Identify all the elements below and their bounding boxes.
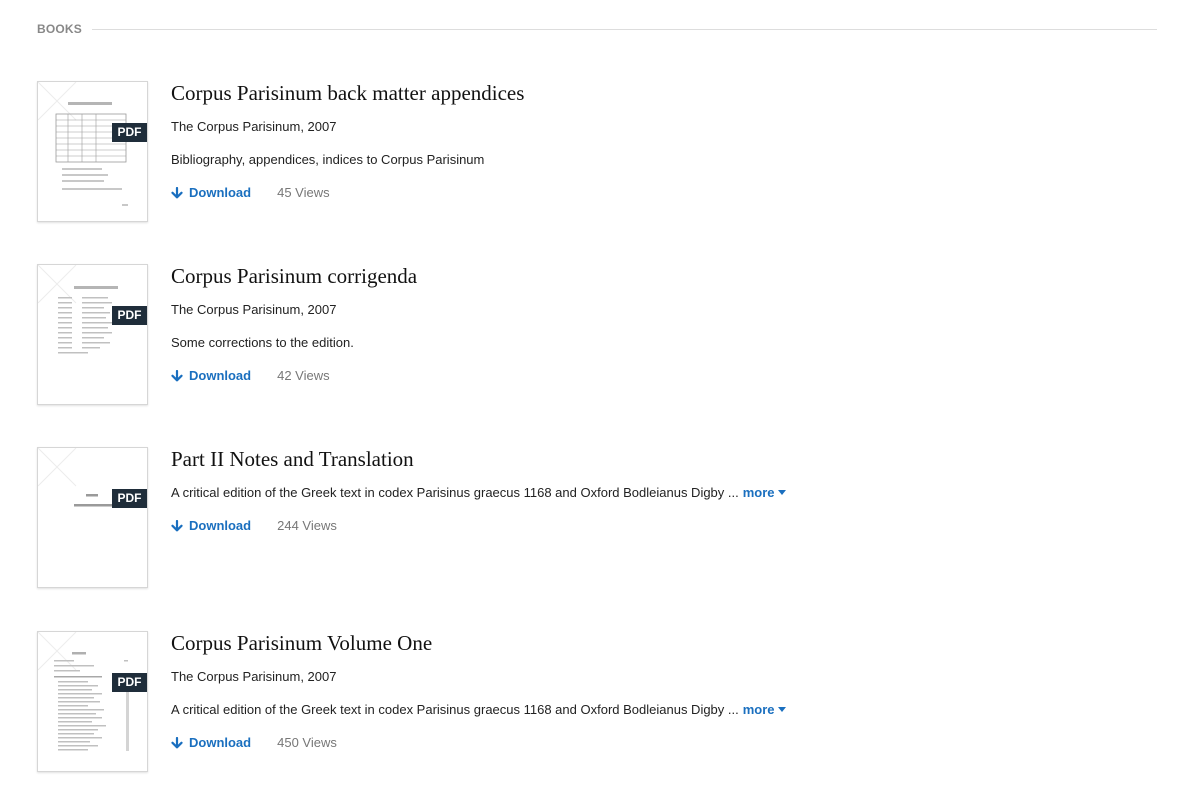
thumbnail-page-preview [38, 632, 129, 751]
section-header: BOOKS [37, 21, 1157, 37]
download-button[interactable]: Download [171, 735, 251, 751]
book-thumbnail[interactable]: PDF [37, 264, 148, 405]
book-meta: The Corpus Parisinum, 2007 [171, 119, 337, 134]
pdf-badge: PDF [112, 123, 147, 142]
book-title[interactable]: Corpus Parisinum Volume One [171, 631, 432, 655]
book-description: A critical edition of the Greek text in … [171, 485, 739, 500]
book-thumbnail[interactable]: PDF [37, 81, 148, 222]
download-button[interactable]: Download [171, 185, 251, 201]
arrow-down-icon [171, 370, 183, 382]
book-item: PDF Corpus Parisinum Volume One The Corp… [37, 631, 1157, 773]
download-button[interactable]: Download [171, 518, 251, 534]
book-description: Some corrections to the edition. [171, 335, 354, 350]
pdf-badge: PDF [112, 489, 147, 508]
book-item: PDF Part II Notes and Translation A crit… [37, 447, 1157, 589]
more-label: more [742, 702, 775, 717]
thumbnail-page-preview [38, 265, 118, 354]
book-actions: Download 45 Views [171, 185, 330, 201]
download-button[interactable]: Download [171, 368, 251, 384]
thumbnail-page-preview [38, 448, 112, 507]
download-label: Download [189, 368, 252, 383]
book-description: Bibliography, appendices, indices to Cor… [171, 152, 485, 167]
arrow-down-icon [171, 187, 183, 199]
book-actions: Download 244 Views [171, 518, 337, 534]
caret-down-icon [777, 707, 786, 712]
book-title[interactable]: Part II Notes and Translation [171, 447, 414, 471]
section-title: BOOKS [37, 22, 83, 36]
book-actions: Download 42 Views [171, 368, 330, 384]
thumbnail-page-preview [38, 82, 128, 206]
arrow-down-icon [171, 520, 183, 532]
views-count: 244 Views [277, 518, 337, 533]
book-thumbnail[interactable]: PDF [37, 631, 148, 772]
views-count: 42 Views [277, 368, 330, 383]
book-meta: The Corpus Parisinum, 2007 [171, 302, 337, 317]
pdf-badge: PDF [112, 673, 147, 692]
section-divider [92, 28, 1157, 30]
book-description-row: A critical edition of the Greek text in … [171, 485, 786, 501]
download-label: Download [189, 735, 252, 750]
views-count: 450 Views [277, 735, 337, 750]
book-item: PDF Corpus Parisinum corrigenda The Corp… [37, 264, 1157, 406]
more-label: more [742, 485, 775, 500]
book-title[interactable]: Corpus Parisinum corrigenda [171, 264, 417, 288]
book-title[interactable]: Corpus Parisinum back matter appendices [171, 81, 524, 105]
book-description-row: A critical edition of the Greek text in … [171, 702, 786, 718]
book-thumbnail[interactable]: PDF [37, 447, 148, 588]
more-button[interactable]: more [743, 702, 786, 717]
more-button[interactable]: more [743, 485, 786, 500]
book-meta: The Corpus Parisinum, 2007 [171, 669, 337, 684]
pdf-badge: PDF [112, 306, 147, 325]
download-label: Download [189, 518, 252, 533]
arrow-down-icon [171, 737, 183, 749]
download-label: Download [189, 185, 252, 200]
book-description: A critical edition of the Greek text in … [171, 702, 739, 717]
book-item: PDF Corpus Parisinum back matter appendi… [37, 81, 1157, 223]
book-actions: Download 450 Views [171, 735, 337, 751]
caret-down-icon [777, 490, 786, 495]
views-count: 45 Views [277, 185, 330, 200]
